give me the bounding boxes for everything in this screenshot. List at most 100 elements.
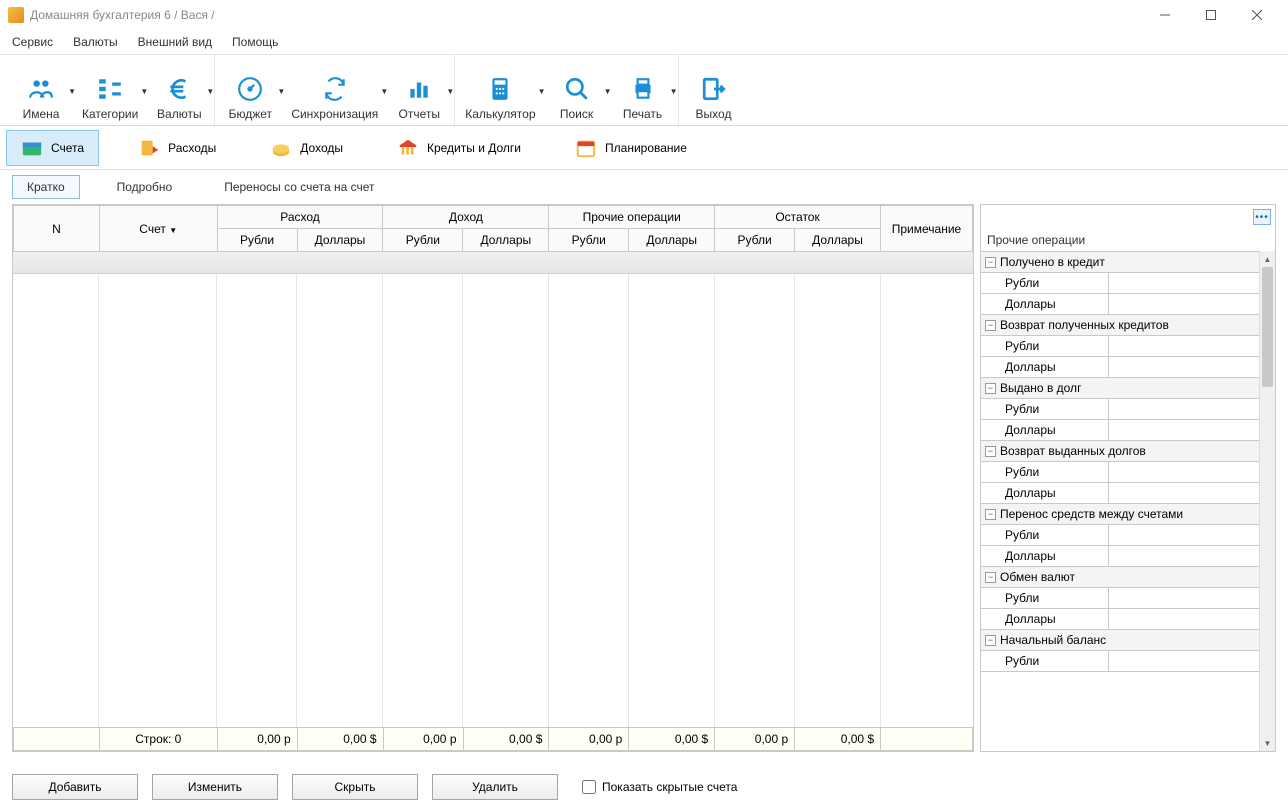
tree-row[interactable]: Рубли [981,399,1259,420]
tree-row-label: Доллары [981,483,1109,503]
chevron-down-icon: ▼ [169,226,177,235]
tab-accounts[interactable]: Счета [6,130,99,166]
panel-menu-icon[interactable]: ••• [1253,209,1271,225]
sync-icon [321,75,349,103]
tree-row[interactable]: Рубли [981,273,1259,294]
tab-planning[interactable]: Планирование [560,130,702,166]
subtab-transfers[interactable]: Переносы со счета на счет [209,175,389,199]
selected-row[interactable] [13,252,973,274]
minimize-button[interactable] [1142,0,1188,30]
tree-group-header[interactable]: −Выдано в долг [981,378,1259,399]
chevron-down-icon: ▼ [277,87,285,96]
chevron-down-icon: ▼ [68,87,76,96]
tree-row[interactable]: Рубли [981,462,1259,483]
currencies-button[interactable]: ▼ Валюты [154,75,204,121]
tree-row-value [1109,651,1259,671]
tree-group-header[interactable]: −Получено в кредит [981,252,1259,273]
hide-button[interactable]: Скрыть [292,774,418,800]
menu-appearance[interactable]: Внешний вид [130,33,220,51]
tree-row[interactable]: Рубли [981,588,1259,609]
section-tabs: Счета Расходы Доходы Кредиты и Долги Пла… [0,126,1288,170]
delete-button[interactable]: Удалить [432,774,558,800]
calculator-button[interactable]: ▼ Калькулятор [465,75,535,121]
tree-group-label: Выдано в долг [1000,381,1081,395]
col-income[interactable]: Доход [383,206,549,229]
tree-group: −Обмен валютРублиДоллары [981,567,1259,630]
calendar-icon [575,137,597,159]
subtab-detail[interactable]: Подробно [102,175,188,199]
edit-button[interactable]: Изменить [152,774,278,800]
scrollbar[interactable]: ▲ ▼ [1259,251,1275,751]
collapse-icon[interactable]: − [985,446,996,457]
collapse-icon[interactable]: − [985,320,996,331]
tree-row[interactable]: Рубли [981,525,1259,546]
tree-group-header[interactable]: −Возврат полученных кредитов [981,315,1259,336]
menu-service[interactable]: Сервис [4,33,61,51]
tree-group-label: Возврат полученных кредитов [1000,318,1169,332]
tree-row[interactable]: Доллары [981,294,1259,315]
app-icon [8,7,24,23]
col-expense[interactable]: Расход [217,206,383,229]
tree-group: −Начальный балансРубли [981,630,1259,672]
tree-row[interactable]: Доллары [981,546,1259,567]
tree-group-label: Обмен валют [1000,570,1075,584]
subtab-brief[interactable]: Кратко [12,175,80,199]
scroll-thumb[interactable] [1262,267,1273,387]
collapse-icon[interactable]: − [985,257,996,268]
categories-button[interactable]: ▼ Категории [82,75,138,121]
col-other[interactable]: Прочие операции [549,206,715,229]
close-button[interactable] [1234,0,1280,30]
collapse-icon[interactable]: − [985,572,996,583]
grid-header: N Счет ▼ Расход Доход Прочие операции Ос… [13,205,973,252]
collapse-icon[interactable]: − [985,635,996,646]
menu-currencies[interactable]: Валюты [65,33,126,51]
view-tabs: Кратко Подробно Переносы со счета на сче… [0,170,1288,204]
main-toolbar: ▼ Имена ▼ Категории ▼ Валюты ▼ Бюджет ▼ … [0,54,1288,126]
tree-row-label: Рубли [981,399,1109,419]
collapse-icon[interactable]: − [985,509,996,520]
tree-row-label: Доллары [981,294,1109,314]
tree-row[interactable]: Доллары [981,357,1259,378]
tree-row[interactable]: Рубли [981,336,1259,357]
scroll-up-icon[interactable]: ▲ [1260,251,1275,267]
tree-row[interactable]: Доллары [981,483,1259,504]
col-note[interactable]: Примечание [880,206,972,252]
tree-row[interactable]: Рубли [981,651,1259,672]
tab-credits[interactable]: Кредиты и Долги [382,130,536,166]
chart-icon [405,75,433,103]
tree-group-header[interactable]: −Начальный баланс [981,630,1259,651]
tree-group-label: Перенос средств между счетами [1000,507,1183,521]
col-account[interactable]: Счет ▼ [99,206,217,252]
menu-help[interactable]: Помощь [224,33,286,51]
budget-button[interactable]: ▼ Бюджет [225,75,275,121]
col-n[interactable]: N [14,206,100,252]
operations-tree[interactable]: −Получено в кредитРублиДоллары−Возврат п… [981,251,1259,701]
tree-group-label: Начальный баланс [1000,633,1106,647]
show-hidden-input[interactable] [582,780,596,794]
maximize-button[interactable] [1188,0,1234,30]
col-balance[interactable]: Остаток [715,206,881,229]
exit-button[interactable]: Выход [689,75,739,121]
calculator-icon [486,75,514,103]
add-button[interactable]: Добавить [12,774,138,800]
reports-button[interactable]: ▼ Отчеты [394,75,444,121]
collapse-icon[interactable]: − [985,383,996,394]
tree-row[interactable]: Доллары [981,420,1259,441]
tab-expenses[interactable]: Расходы [123,130,231,166]
tree-group: −Перенос средств между счетамиРублиДолла… [981,504,1259,567]
euro-icon [165,75,193,103]
grid-body[interactable] [13,252,973,727]
tree-group-header[interactable]: −Перенос средств между счетами [981,504,1259,525]
tree-row[interactable]: Доллары [981,609,1259,630]
print-button[interactable]: ▼ Печать [618,75,668,121]
names-button[interactable]: ▼ Имена [16,75,66,121]
action-bar: Добавить Изменить Скрыть Удалить Показат… [0,764,1288,810]
tree-group-header[interactable]: −Возврат выданных долгов [981,441,1259,462]
search-button[interactable]: ▼ Поиск [552,75,602,121]
scroll-down-icon[interactable]: ▼ [1260,735,1275,751]
sync-button[interactable]: ▼ Синхронизация [291,75,378,121]
tab-income[interactable]: Доходы [255,130,358,166]
search-icon [563,75,591,103]
show-hidden-checkbox[interactable]: Показать скрытые счета [582,780,737,794]
tree-group-header[interactable]: −Обмен валют [981,567,1259,588]
